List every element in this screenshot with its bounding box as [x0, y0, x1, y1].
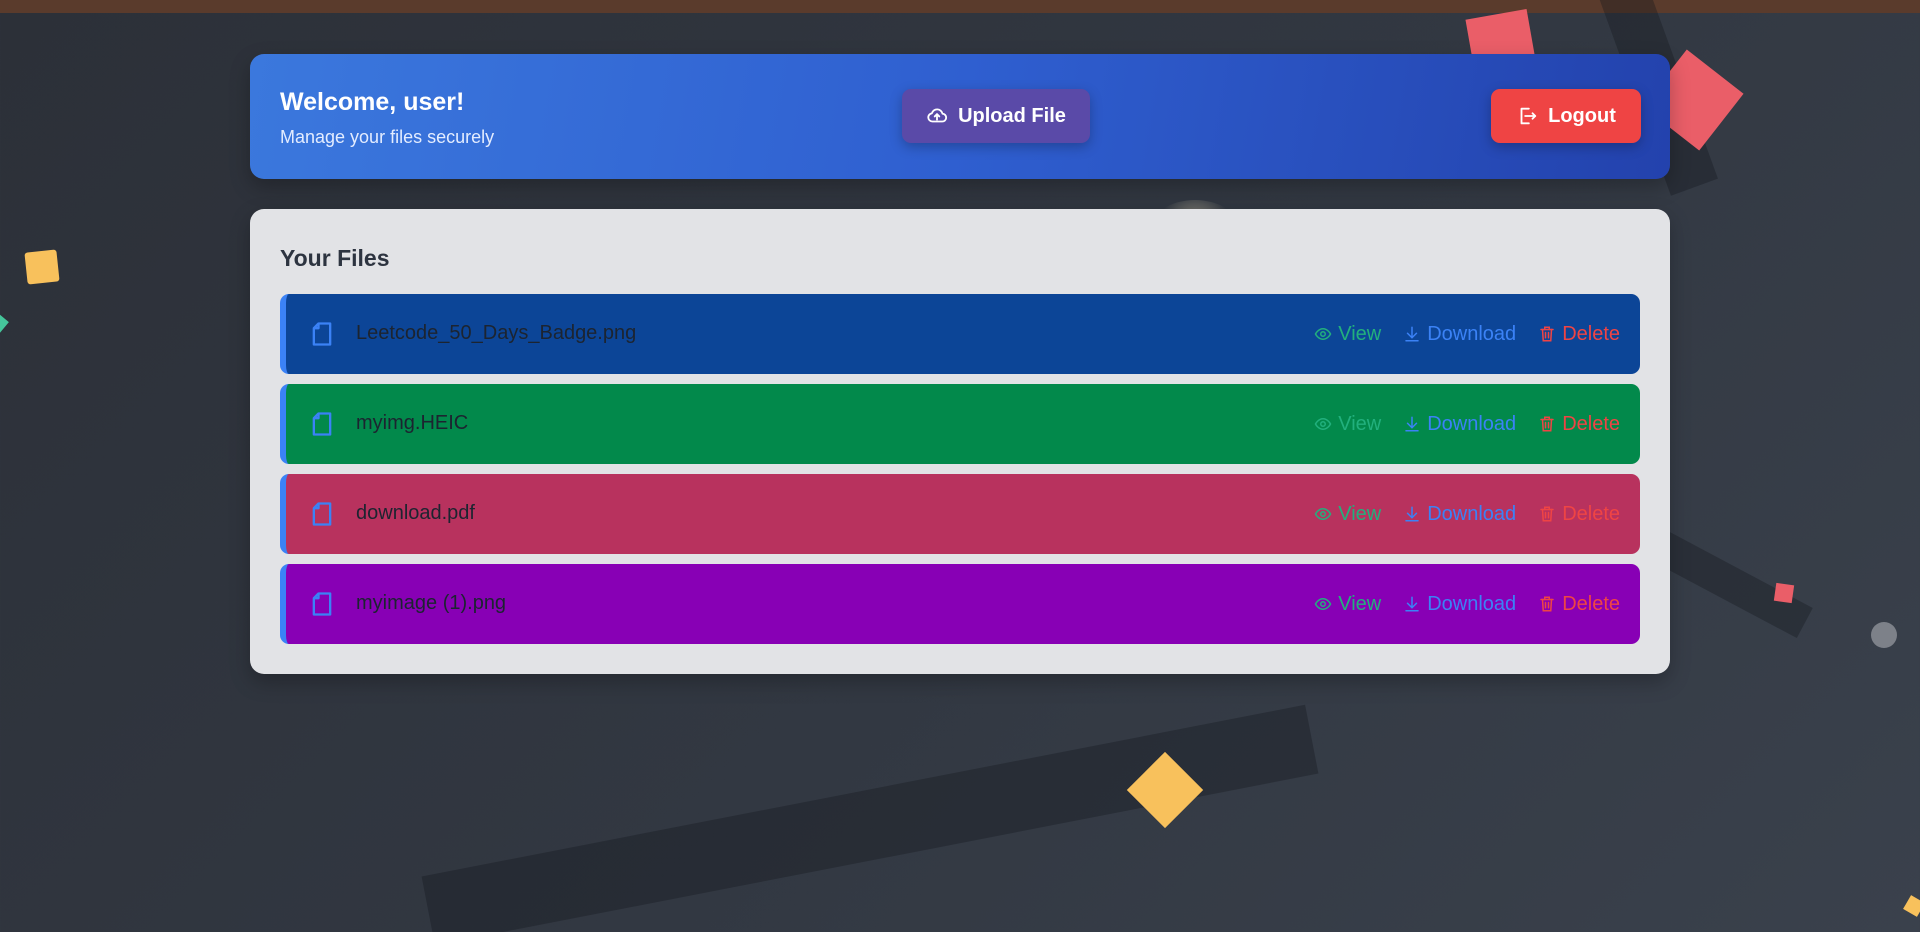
download-label: Download: [1427, 592, 1517, 615]
file-row: download.pdf View Download Delete: [280, 474, 1640, 554]
file-actions: View Download Delete: [1314, 564, 1620, 644]
delete-label: Delete: [1562, 502, 1620, 525]
file-row: Leetcode_50_Days_Badge.png View Download…: [280, 294, 1640, 374]
file-icon: [308, 410, 336, 438]
download-button[interactable]: Download: [1403, 323, 1516, 346]
view-label: View: [1338, 502, 1382, 525]
trash-icon: [1540, 506, 1554, 522]
eye-icon: [1314, 417, 1332, 431]
delete-button[interactable]: Delete: [1538, 593, 1620, 616]
trash-icon: [1540, 326, 1554, 342]
files-card: Your Files Leetcode_50_Days_Badge.png Vi…: [250, 209, 1670, 674]
view-button[interactable]: View: [1314, 593, 1381, 616]
download-icon: [1405, 326, 1419, 342]
upload-file-button[interactable]: Upload File: [902, 89, 1090, 143]
file-row: myimage (1).png View Download Delete: [280, 564, 1640, 644]
download-button[interactable]: Download: [1403, 503, 1516, 526]
view-button[interactable]: View: [1314, 503, 1381, 526]
delete-button[interactable]: Delete: [1538, 413, 1620, 436]
view-label: View: [1338, 592, 1382, 615]
confetti-square: [1773, 582, 1795, 604]
delete-label: Delete: [1562, 322, 1620, 345]
welcome-title: Welcome, user!: [280, 88, 465, 116]
cloud-upload-icon: [926, 105, 948, 127]
view-label: View: [1338, 412, 1382, 435]
view-label: View: [1338, 322, 1382, 345]
eye-icon: [1314, 597, 1332, 611]
trash-icon: [1540, 596, 1554, 612]
delete-label: Delete: [1562, 412, 1620, 435]
download-label: Download: [1427, 322, 1517, 345]
download-icon: [1405, 596, 1419, 612]
eye-icon: [1314, 507, 1332, 521]
file-actions: View Download Delete: [1314, 294, 1620, 374]
file-name: download.pdf: [356, 502, 475, 524]
file-icon: [308, 500, 336, 528]
files-section-title: Your Files: [280, 245, 390, 271]
view-button[interactable]: View: [1314, 323, 1381, 346]
download-button[interactable]: Download: [1403, 413, 1516, 436]
file-row: myimg.HEIC View Download Delete: [280, 384, 1640, 464]
delete-button[interactable]: Delete: [1538, 503, 1620, 526]
header-card: Welcome, user! Manage your files securel…: [250, 54, 1670, 179]
download-icon: [1405, 506, 1419, 522]
file-actions: View Download Delete: [1314, 474, 1620, 554]
file-actions: View Download Delete: [1314, 384, 1620, 464]
file-list: Leetcode_50_Days_Badge.png View Download…: [280, 294, 1640, 654]
delete-label: Delete: [1562, 592, 1620, 615]
file-name: myimage (1).png: [356, 592, 507, 614]
view-button[interactable]: View: [1314, 413, 1381, 436]
delete-button[interactable]: Delete: [1538, 323, 1620, 346]
confetti-square: [0, 313, 9, 333]
confetti-square: [24, 249, 60, 285]
eye-icon: [1314, 327, 1332, 341]
download-label: Download: [1427, 412, 1517, 435]
download-button[interactable]: Download: [1403, 593, 1516, 616]
download-label: Download: [1427, 502, 1517, 525]
upload-file-label: Upload File: [958, 104, 1066, 127]
download-icon: [1405, 416, 1419, 432]
confetti-square: [1903, 895, 1920, 917]
file-name: myimg.HEIC: [356, 412, 469, 434]
background-shadow-beam: [421, 704, 1319, 932]
file-icon: [308, 320, 336, 348]
logout-label: Logout: [1548, 104, 1616, 127]
confetti-circle: [1871, 622, 1897, 648]
logout-button[interactable]: Logout: [1491, 89, 1641, 143]
trash-icon: [1540, 416, 1554, 432]
welcome-subtitle: Manage your files securely: [280, 127, 495, 147]
logout-icon: [1516, 105, 1538, 127]
file-name: Leetcode_50_Days_Badge.png: [356, 322, 637, 344]
file-icon: [308, 590, 336, 618]
